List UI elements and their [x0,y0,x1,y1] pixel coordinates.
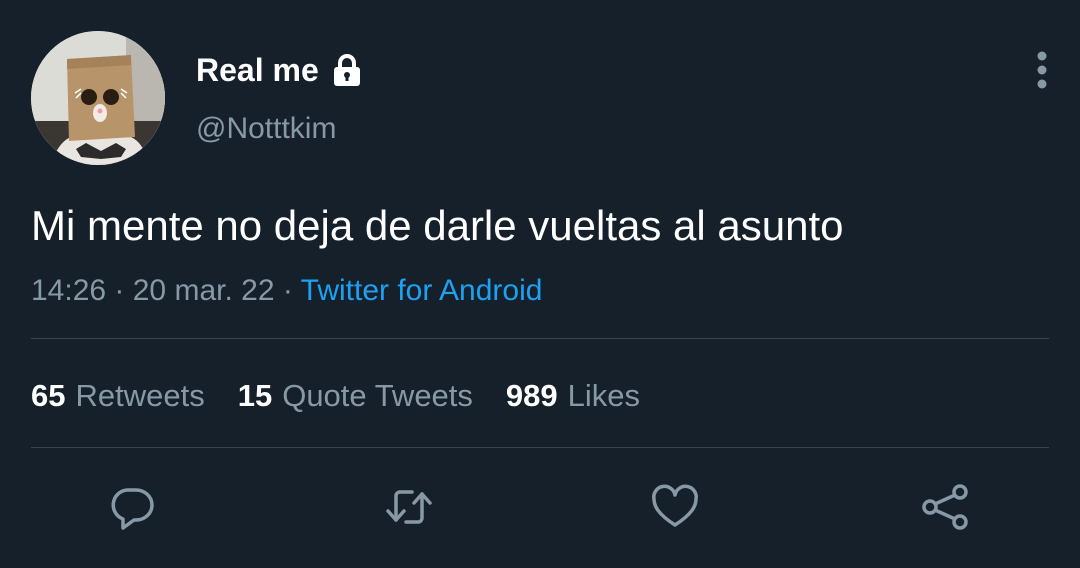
divider [31,447,1049,448]
more-options-icon[interactable] [1028,48,1056,92]
tweet-time: 14:26 [31,274,107,307]
reply-icon [111,488,154,530]
share-button[interactable] [920,482,970,532]
divider [31,338,1049,339]
meta-separator: · [114,274,133,307]
meta-separator: · [282,274,301,307]
like-icon [652,484,698,527]
tweet-date: 20 mar. 22 [132,274,275,307]
likes-stat[interactable]: 989 Likes [506,376,640,416]
likes-label: Likes [567,378,641,413]
retweet-button[interactable] [384,482,434,532]
reply-button[interactable] [107,482,157,532]
tweet-source-link[interactable]: Twitter for Android [301,274,543,307]
quote-tweets-label: Quote Tweets [282,378,473,413]
likes-count: 989 [505,378,558,413]
like-button[interactable] [650,482,700,532]
tweet-meta: 14:26 · 20 mar. 22 · Twitter for Android [31,272,542,310]
retweets-label: Retweets [75,378,205,413]
engagement-stats: 65 Retweets 15 Quote Tweets 989 Likes [31,376,673,416]
share-icon [922,484,968,530]
retweets-stat[interactable]: 65 Retweets [31,376,205,416]
lock-icon [329,52,365,88]
retweets-count: 65 [31,378,66,413]
user-handle[interactable]: @Notttkim [196,109,336,149]
quote-tweets-stat[interactable]: 15 Quote Tweets [238,376,473,416]
avatar[interactable] [31,31,165,165]
retweet-icon [386,490,432,524]
tweet-text: Mi mente no deja de darle vueltas al asu… [31,202,844,249]
paper-bag-cat-avatar [31,31,165,165]
quote-tweets-count: 15 [237,378,273,413]
tweet-detail: Real me @Notttkim Mi mente no deja de da… [0,0,1080,568]
display-name-text: Real me [196,52,319,88]
display-name[interactable]: Real me [196,50,365,90]
